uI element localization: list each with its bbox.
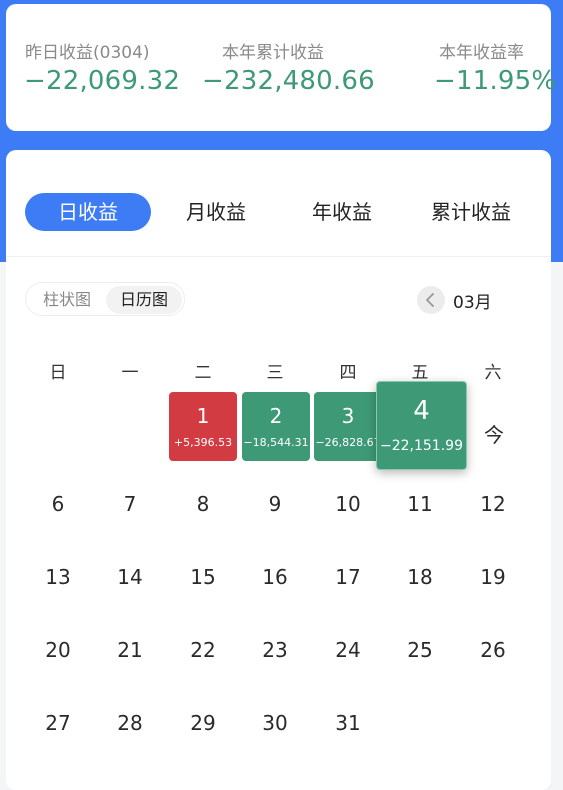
tab-cumulative[interactable]: 累计收益 [411,193,531,231]
calendar-day[interactable]: 18 [400,565,440,589]
calendar-day[interactable]: 11 [400,492,440,516]
calendar-day[interactable]: 14 [110,565,150,589]
calendar-day[interactable]: 21 [110,638,150,662]
calendar-day[interactable]: 19 [473,565,513,589]
calendar-day[interactable]: 27 [38,711,78,735]
calendar-day[interactable]: 26 [473,638,513,662]
weekday-thu: 四 [339,363,357,383]
calendar-day[interactable]: 13 [38,565,78,589]
stat-year-rate-value: −11.95% [434,66,557,96]
calendar-day[interactable]: 17 [328,565,368,589]
stat-year-total-value: −232,480.66 [202,66,375,96]
summary-card: 昨日收益(0304) −22,069.32 本年累计收益 −232,480.66… [6,4,556,131]
calendar-day[interactable]: 28 [110,711,150,735]
weekday-sat: 六 [484,363,502,383]
day-profit: −26,828.67 [315,436,381,449]
calendar-today[interactable]: 今 [474,419,514,448]
calendar-day[interactable]: 20 [38,638,78,662]
calendar-day[interactable]: 12 [473,492,513,516]
bar-chart-toggle[interactable]: 柱状图 [31,286,103,314]
calendar-day[interactable]: 23 [255,638,295,662]
calendar-day[interactable]: 24 [328,638,368,662]
weekday-mon: 一 [121,363,139,383]
profit-calendar-card: 日收益 月收益 年收益 累计收益 柱状图 日历图 03月 日 一 二 三 四 五… [6,150,551,790]
month-label: 03月 [453,293,492,313]
weekday-wed: 三 [266,363,284,383]
day-profit: +5,396.53 [173,436,233,449]
calendar-toggle[interactable]: 日历图 [106,286,182,314]
tab-yearly[interactable]: 年收益 [292,193,392,231]
profit-tabs: 日收益 月收益 年收益 累计收益 [6,150,551,257]
chevron-left-icon[interactable] [417,286,445,314]
day-number: 3 [341,404,355,428]
day-number: 2 [269,404,283,428]
tab-daily[interactable]: 日收益 [25,193,151,231]
stat-daily-label: 昨日收益(0304) [25,43,150,63]
day-number: 1 [196,404,210,428]
calendar-day[interactable]: 9 [255,492,295,516]
view-toggle: 柱状图 日历图 [25,282,185,316]
calendar-day[interactable]: 29 [183,711,223,735]
calendar-day[interactable]: 22 [183,638,223,662]
calendar-day[interactable]: 25 [400,638,440,662]
calendar-day-3[interactable]: 3 −26,828.67 [314,392,382,461]
day-profit: −22,151.99 [380,438,463,454]
stat-year-total-label: 本年累计收益 [222,43,324,63]
calendar-day[interactable]: 6 [38,492,78,516]
calendar-day-1[interactable]: 1 +5,396.53 [169,392,237,461]
calendar-day-4-selected[interactable]: 4 −22,151.99 [376,381,467,470]
weekday-sun: 日 [49,363,67,383]
day-profit: −18,544.31 [243,436,309,449]
calendar-day[interactable]: 7 [110,492,150,516]
calendar-day[interactable]: 10 [328,492,368,516]
weekday-tue: 二 [194,363,212,383]
calendar-day[interactable]: 16 [255,565,295,589]
calendar-day[interactable]: 15 [183,565,223,589]
stat-daily-value: −22,069.32 [24,66,181,96]
stat-year-rate-label: 本年收益率 [439,43,524,63]
calendar-day[interactable]: 8 [183,492,223,516]
day-number: 4 [413,396,430,426]
weekday-fri: 五 [411,363,429,383]
calendar-day-2[interactable]: 2 −18,544.31 [242,392,310,461]
calendar-day[interactable]: 30 [255,711,295,735]
calendar-day[interactable]: 31 [328,711,368,735]
tab-monthly[interactable]: 月收益 [166,193,266,231]
